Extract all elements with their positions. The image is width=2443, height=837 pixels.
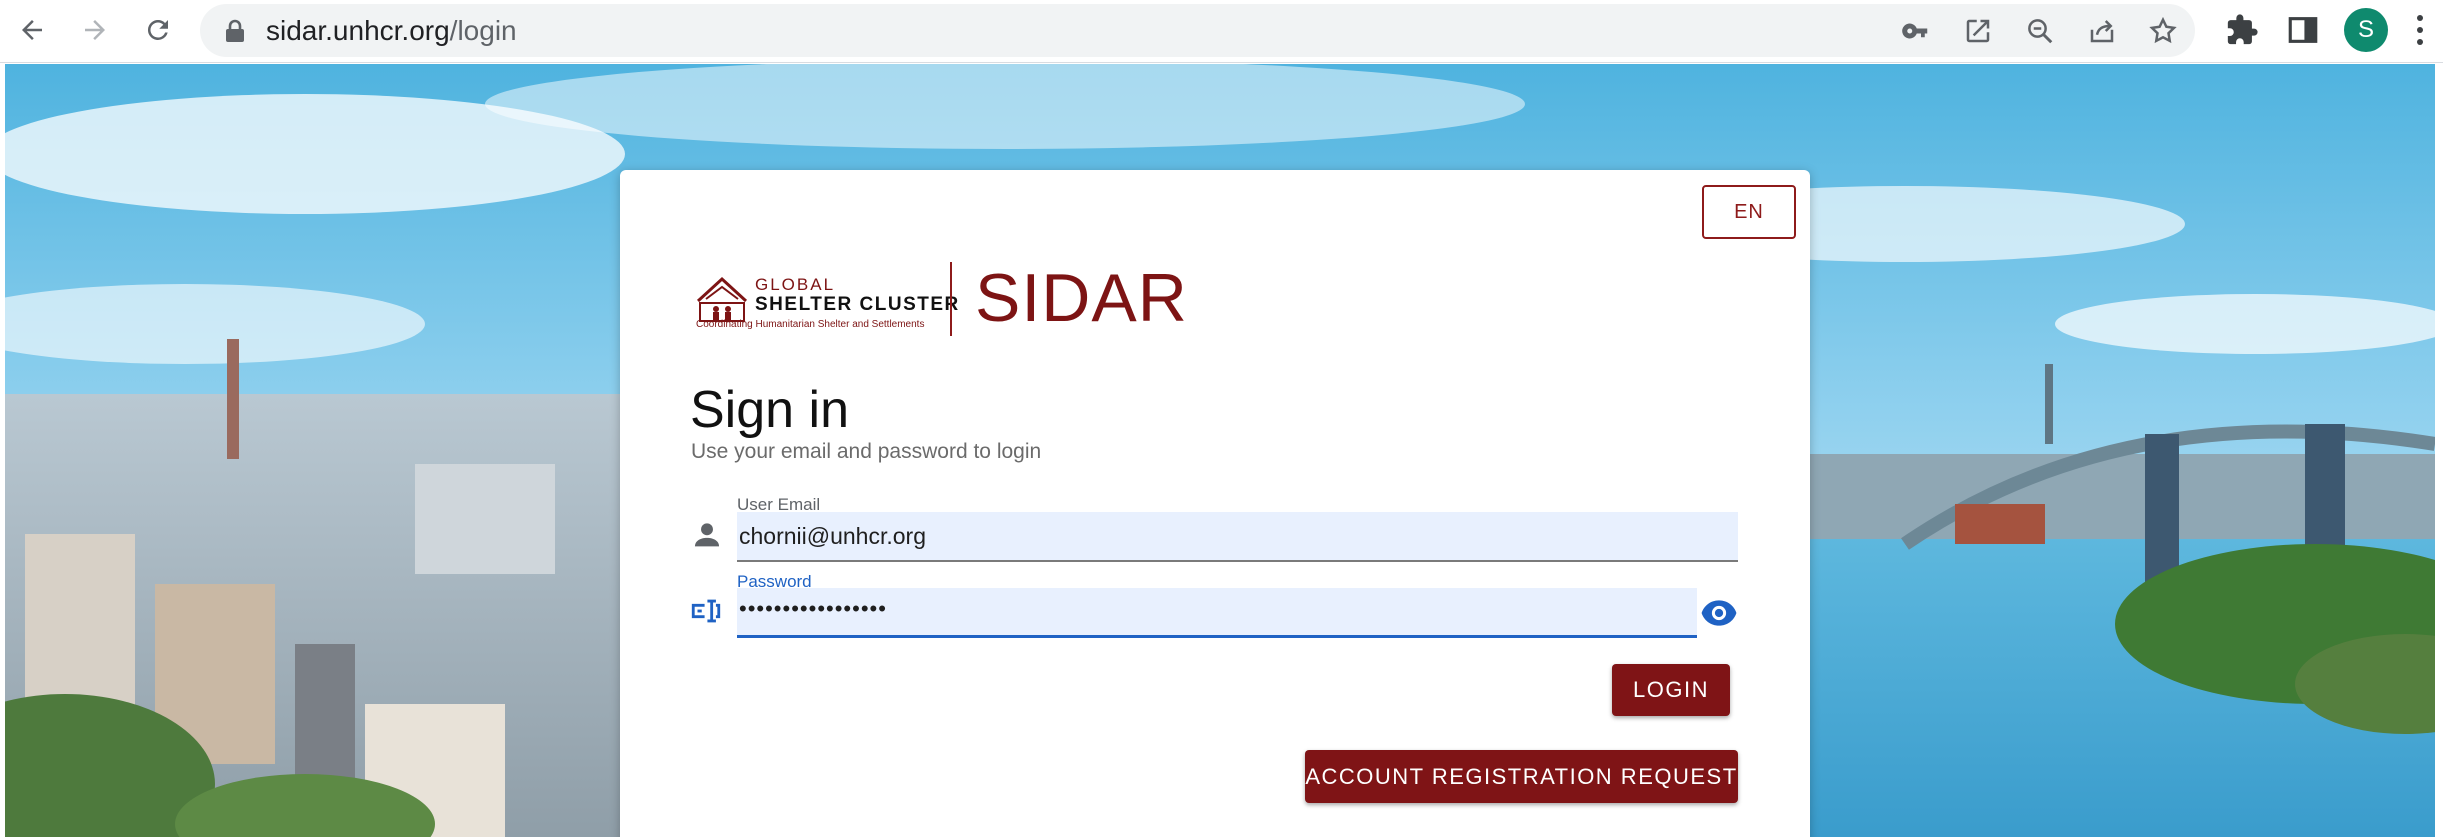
url-text[interactable]: sidar.unhcr.org/login [266,15,517,47]
account-registration-request-button[interactable]: ACCOUNT REGISTRATION REQUEST [1305,750,1738,803]
profile-avatar[interactable]: S [2344,8,2388,52]
email-field[interactable]: chornii@unhcr.org [737,512,1738,562]
zoom-out-icon[interactable] [2025,16,2055,46]
side-panel-icon[interactable] [2286,13,2320,47]
login-button[interactable]: LOGIN [1612,664,1730,716]
registration-button-label: ACCOUNT REGISTRATION REQUEST [1305,763,1738,789]
url-path: /login [449,15,517,46]
logo-text-shelter-cluster: SHELTER CLUSTER [755,294,960,315]
language-label: EN [1734,200,1764,223]
profile-initial: S [2357,16,2374,43]
eye-icon[interactable] [1700,598,1738,628]
back-arrow-icon[interactable] [10,8,54,52]
forward-arrow-icon[interactable] [73,8,117,52]
page-title: Sign in [690,381,849,439]
email-value: chornii@unhcr.org [739,523,926,549]
lock-icon[interactable] [224,19,246,43]
language-button[interactable]: EN [1702,185,1796,239]
password-value: ••••••••••••••••• [739,596,887,621]
password-input-icon [691,599,721,623]
person-icon [694,523,720,547]
address-bar[interactable]: sidar.unhcr.org/login [200,4,2195,57]
app-name: SIDAR [975,260,1188,336]
password-field[interactable]: ••••••••••••••••• [737,588,1697,638]
login-card: EN GLOBAL SHELTER CLUSTER Coordinating H… [620,170,1810,837]
key-icon[interactable] [1901,16,1931,46]
login-button-label: LOGIN [1633,677,1709,702]
logo-tagline: Coordinating Humanitarian Shelter and Se… [696,319,925,330]
browser-toolbar: sidar.unhcr.org/login S [0,0,2443,63]
extensions-icon[interactable] [2225,13,2259,47]
reload-icon[interactable] [136,8,180,52]
page-subtitle: Use your email and password to login [691,440,1042,463]
menu-dots-icon[interactable] [2412,12,2428,48]
star-icon[interactable] [2148,16,2178,46]
open-in-new-icon[interactable] [1963,16,1993,46]
url-host: sidar.unhcr.org [266,15,450,46]
logo-divider [950,262,952,336]
logo-text-global: GLOBAL [755,275,836,294]
share-icon[interactable] [2087,16,2117,46]
